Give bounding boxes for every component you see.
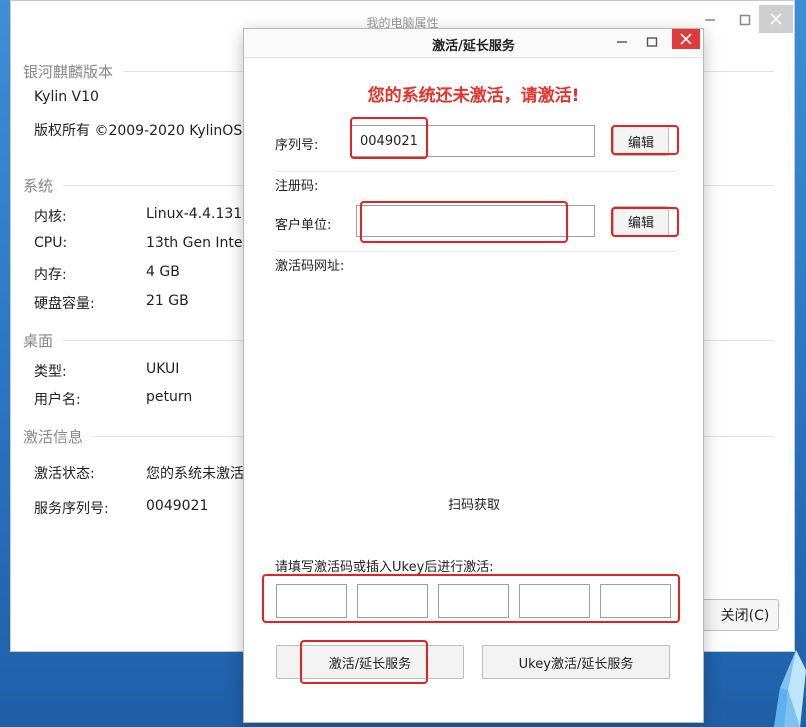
activate-button[interactable]: 激活/延长服务 — [276, 645, 464, 679]
dialog-titlebar[interactable]: 激活/延长服务 — [244, 29, 703, 58]
dialog-title: 激活/延长服务 — [432, 39, 515, 54]
cpu-value: 13th Gen Intel — [146, 235, 247, 251]
edit-serial-button[interactable]: 编辑 — [613, 126, 669, 156]
divider — [275, 251, 678, 252]
serial-label: 序列号: — [275, 138, 319, 153]
dialog-close-icon[interactable] — [672, 29, 700, 49]
edit-customer-button[interactable]: 编辑 — [613, 206, 669, 236]
maximize-icon[interactable] — [731, 9, 759, 31]
user-value: peturn — [146, 389, 193, 405]
serial-input[interactable] — [351, 125, 595, 157]
divider — [275, 171, 678, 172]
customer-label: 客户单位: — [275, 218, 332, 233]
close-icon[interactable] — [759, 5, 793, 33]
activation-dialog: 激活/延长服务 您的系统还未激活，请激活! 序列号: 编辑 注册码: 客户单位:… — [243, 28, 704, 723]
type-label: 类型: — [34, 364, 67, 380]
memory-label: 内存: — [34, 267, 67, 283]
version-text: Kylin V10 — [34, 89, 99, 105]
activation-url-label: 激活码网址: — [275, 259, 345, 274]
service-serial-value: 0049021 — [146, 498, 209, 514]
activation-code-box-4[interactable] — [519, 584, 590, 618]
dialog-maximize-icon[interactable] — [640, 31, 664, 53]
cpu-label: CPU: — [34, 235, 68, 251]
activation-prompt: 请填写激活码或插入Ukey后进行激活: — [275, 560, 494, 575]
dialog-minimize-icon[interactable] — [610, 31, 634, 53]
memory-value: 4 GB — [146, 264, 180, 280]
scan-qr-text: 扫码获取 — [448, 498, 501, 513]
activation-code-box-3[interactable] — [438, 584, 509, 618]
activation-code-box-1[interactable] — [276, 584, 347, 618]
kernel-label: 内核: — [34, 209, 67, 225]
activation-code-box-2[interactable] — [357, 584, 428, 618]
activation-status-label: 激活状态: — [34, 466, 95, 482]
copyright-text: 版权所有 ©2009-2020 KylinOS 保 — [34, 123, 261, 139]
user-label: 用户名: — [34, 392, 81, 408]
type-value: UKUI — [146, 361, 180, 377]
disk-label: 硬盘容量: — [34, 296, 95, 312]
activation-status-value: 您的系统未激活 — [146, 466, 244, 482]
activation-code-box-5[interactable] — [600, 584, 671, 618]
desktop-crystal-logo — [774, 650, 806, 727]
activation-warning: 您的系统还未激活，请激活! — [367, 86, 580, 106]
disk-value: 21 GB — [146, 293, 189, 309]
kernel-value: Linux-4.4.131-2 — [146, 206, 257, 222]
customer-input[interactable] — [356, 205, 595, 237]
service-serial-label: 服务序列号: — [34, 501, 109, 517]
close-button[interactable]: 关闭(C) — [699, 599, 779, 631]
register-code-label: 注册码: — [275, 179, 319, 194]
ukey-activate-button[interactable]: Ukey激活/延长服务 — [482, 645, 670, 679]
